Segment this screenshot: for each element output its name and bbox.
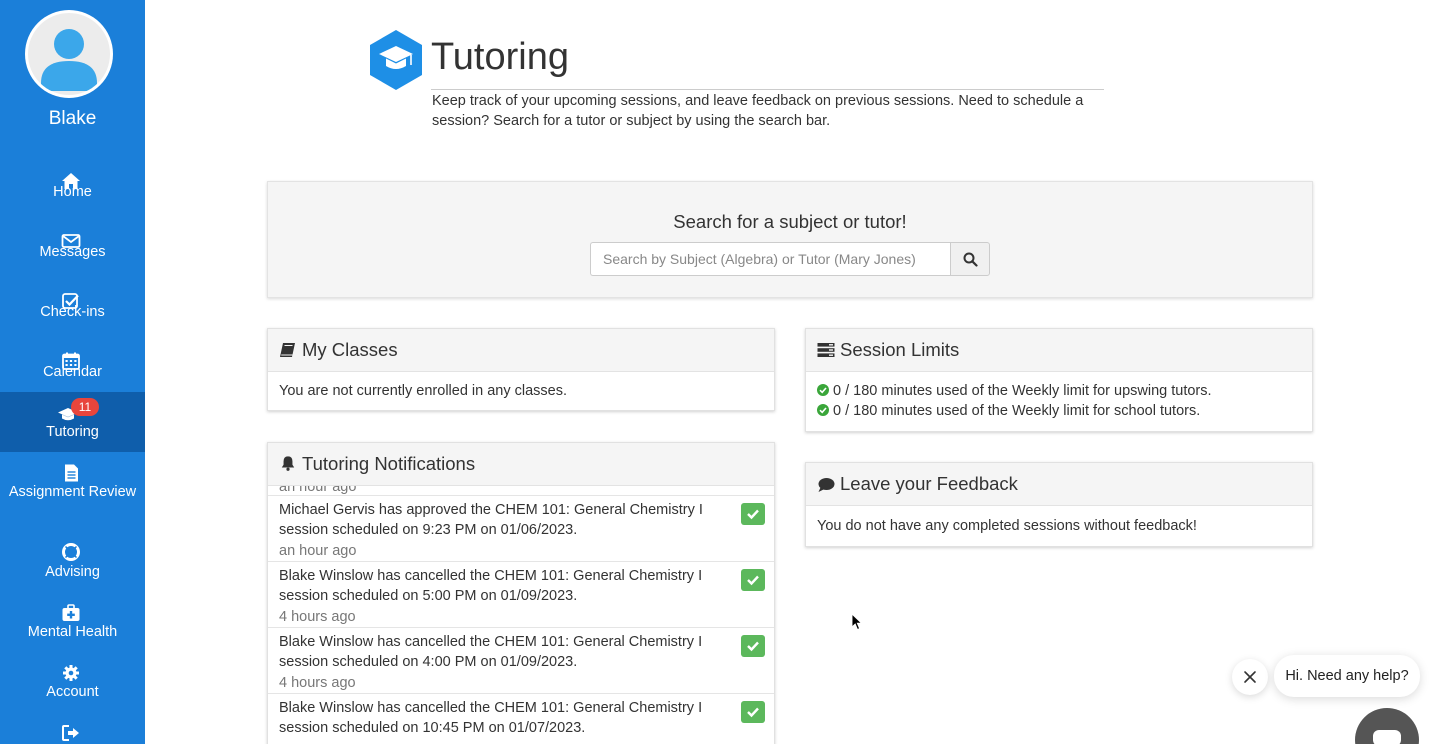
tutoring-notifications-panel: Tutoring Notifications an hour ago Micha… [267,442,775,744]
book-icon [280,343,295,357]
session-limit-text: 0 / 180 minutes used of the Weekly limit… [833,403,1201,419]
list-item: Blake Winslow has cancelled the CHEM 101… [268,628,774,694]
mark-read-button[interactable] [741,503,765,525]
session-limit-text: 0 / 180 minutes used of the Weekly limit… [833,383,1212,399]
medkit-icon [62,604,80,621]
sidebar-item-tutoring[interactable]: 11 Tutoring [0,392,145,452]
list-item: Blake Winslow has cancelled the CHEM 101… [268,694,774,744]
sidebar: Blake Home Messages Check-ins Calendar 1… [0,0,145,744]
gear-icon [63,665,79,681]
mouse-cursor-icon [851,613,863,631]
notification-text: Blake Winslow has cancelled the CHEM 101… [279,634,703,670]
sidebar-item-label: Check-ins [40,304,105,320]
avatar[interactable] [25,10,113,98]
page-description: Keep track of your upcoming sessions, an… [432,93,1084,129]
feedback-message: You do not have any completed sessions w… [817,518,1197,534]
list-item: Blake Winslow has cancelled the CHEM 101… [268,562,774,628]
search-input[interactable] [590,242,951,276]
check-icon [747,509,759,520]
sidebar-item-advising[interactable]: Advising [0,540,145,600]
search-heading: Search for a subject or tutor! [673,211,907,232]
session-limit-line: 0 / 180 minutes used of the Weekly limit… [817,381,1212,401]
list-item: Michael Gervis has approved the CHEM 101… [268,496,774,562]
notification-time: 4 hours ago [279,609,356,625]
sidebar-item-label: Account [46,684,99,700]
life-ring-icon [62,543,80,561]
notification-text: Blake Winslow has cancelled the CHEM 101… [279,568,703,604]
search-card: Search for a subject or tutor! [267,181,1313,298]
mark-read-button[interactable] [741,701,765,723]
comment-icon [818,478,835,492]
sidebar-item-home[interactable]: Home [0,160,145,220]
panel-title: Session Limits [840,339,960,360]
sidebar-item-label: Home [53,184,92,200]
sidebar-item-mental-health[interactable]: Mental Health [0,600,145,660]
check-circle-icon [817,404,829,416]
sidebar-item-account[interactable]: Account [0,660,145,720]
panel-header: Tutoring Notifications [268,443,774,486]
close-icon [1244,671,1256,683]
sidebar-item-label: Mental Health [27,624,118,640]
user-name: Blake [48,108,97,129]
notification-text: Michael Gervis has approved the CHEM 101… [279,502,703,538]
my-classes-panel: My Classes You are not currently enrolle… [267,328,775,411]
page-title: Tutoring [431,36,569,78]
notification-time: 4 hours ago [279,675,356,691]
sidebar-item-label: Advising [45,564,100,580]
title-divider [431,89,1104,90]
panel-header: My Classes [268,329,774,372]
chat-greeting[interactable]: Hi. Need any help? [1274,655,1420,697]
notifications-list[interactable]: an hour ago Michael Gervis has approved … [268,486,774,744]
sidebar-item-assignment-review[interactable]: Assignment Review [0,460,145,526]
check-icon [747,575,759,586]
session-limits-panel: Session Limits 0 / 180 minutes used of t… [805,328,1313,432]
document-icon [65,464,78,482]
feedback-panel: Leave your Feedback You do not have any … [805,462,1313,547]
mark-read-button[interactable] [741,635,765,657]
check-icon [747,641,759,652]
notification-time: an hour ago [279,543,357,559]
user-icon [28,13,110,95]
sign-out-icon [62,725,79,741]
tutoring-badge: 11 [71,398,99,416]
chat-close-button[interactable] [1232,659,1268,695]
search-icon [963,252,978,267]
check-icon [747,707,759,718]
bell-icon [281,456,295,471]
search-button[interactable] [950,242,990,276]
check-circle-icon [817,384,829,396]
sidebar-item-label: Tutoring [46,424,99,440]
chat-icon [1373,730,1401,744]
sidebar-item-label: Calendar [43,364,102,380]
my-classes-message: You are not currently enrolled in any cl… [279,383,568,399]
server-icon [817,343,835,357]
sidebar-item-calendar[interactable]: Calendar [0,340,145,400]
sidebar-item-sign-out[interactable] [0,720,145,744]
sidebar-item-label: Assignment Review [8,484,137,500]
panel-title: Leave your Feedback [840,473,1018,494]
tutoring-logo-icon [370,30,422,90]
session-limit-line: 0 / 180 minutes used of the Weekly limit… [817,401,1200,421]
mark-read-button[interactable] [741,569,765,591]
panel-header: Leave your Feedback [806,463,1312,506]
chat-launcher-button[interactable] [1355,708,1419,744]
panel-title: My Classes [302,339,398,360]
sidebar-item-messages[interactable]: Messages [0,220,145,280]
sidebar-item-check-ins[interactable]: Check-ins [0,280,145,340]
notification-text: Blake Winslow has cancelled the CHEM 101… [279,700,703,736]
panel-title: Tutoring Notifications [302,453,476,474]
panel-header: Session Limits [806,329,1312,372]
sidebar-item-label: Messages [39,244,106,260]
